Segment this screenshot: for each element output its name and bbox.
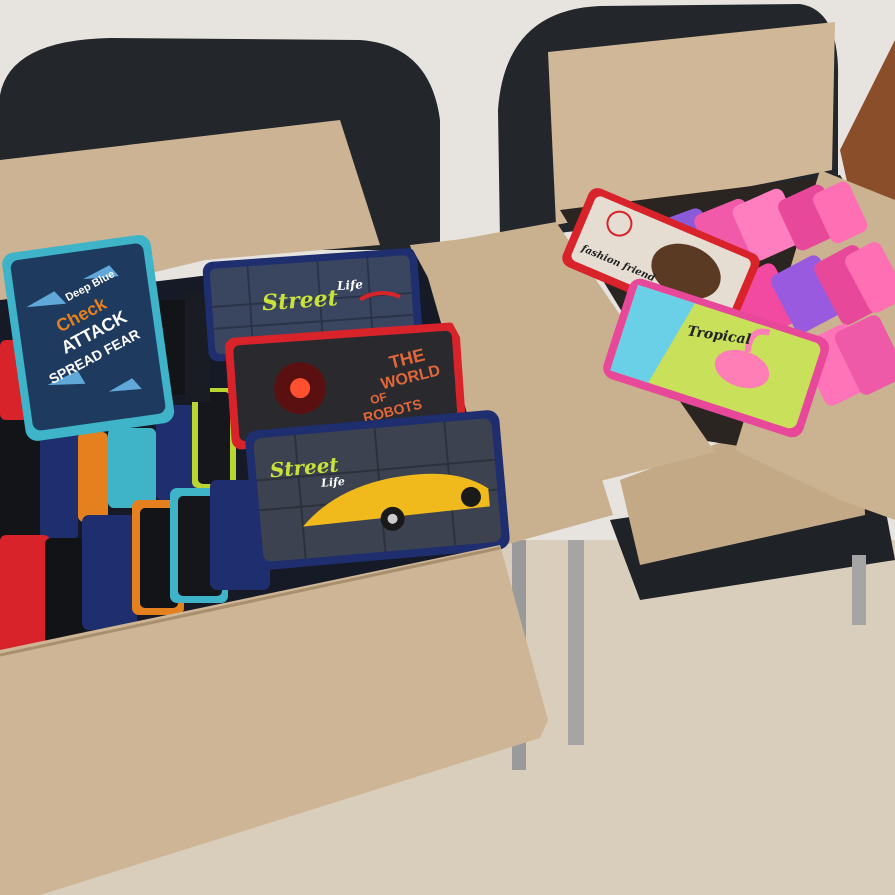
street-life-car-case: Street Life: [245, 410, 510, 570]
photo-scene: Check Deep Blue ATTACK SPREAD FEAR Stree…: [0, 0, 895, 895]
street-life-car-subtitle: Life: [320, 475, 346, 490]
shark-pencil-case: Check Deep Blue ATTACK SPREAD FEAR: [2, 234, 175, 441]
street-life-top-title: Street: [261, 285, 338, 316]
street-life-top-subtitle: Life: [336, 277, 364, 293]
